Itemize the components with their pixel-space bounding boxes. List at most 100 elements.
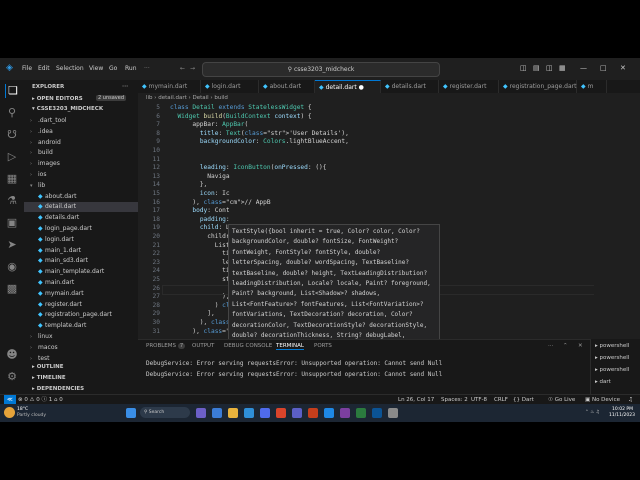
panel-more-icon[interactable]: ··· [548,343,553,349]
file-item[interactable]: ◆ about.dart [24,192,138,202]
menu-file[interactable]: File [22,65,32,72]
command-center-search[interactable]: ⚲ csse3203_midcheck [202,62,440,77]
source-control-icon[interactable]: ☋ [5,128,19,142]
terminal-item[interactable]: ▸ powershell [595,343,629,349]
maximize-icon[interactable]: □ [600,64,607,72]
code-line[interactable]: ), class="cm">// AppB [170,199,270,208]
code-line[interactable]: icon: Ic [170,190,230,199]
account-icon[interactable]: ☻ [5,348,19,362]
minimap[interactable] [594,103,640,339]
remote-indicator-icon[interactable]: ≪ [4,395,16,404]
file-item[interactable]: ◆ mymain.dart [24,289,138,299]
vscode-taskbar-icon[interactable] [324,408,334,418]
editor-tab[interactable]: ◆ login.dart [201,80,259,93]
taskbar-search[interactable]: ⚲ Search [140,407,190,418]
breadcrumb-item[interactable]: detail.dart [158,95,187,101]
project-header[interactable]: ▾ CSSE3203_MIDCHECK [32,106,103,112]
testing-icon[interactable]: ⚗ [5,194,19,208]
code-line[interactable]: ti [170,250,229,259]
file-item[interactable]: ◆ registration_page.dart [24,310,138,320]
teams-icon[interactable] [292,408,302,418]
layout-sidebar-icon[interactable]: ◫ [520,64,527,72]
editor-tab[interactable]: ◆ about.dart [259,80,315,93]
dependencies-section[interactable]: ▸ DEPENDENCIES [32,386,84,392]
code-line[interactable]: childr [170,233,229,242]
editor-tab[interactable]: ◆ detail.dart ● [315,80,381,93]
run-debug-icon[interactable]: ▷ [5,150,19,164]
system-tray-icons[interactable]: ⌃ ♨ ♫ [585,410,600,415]
folder-item[interactable]: › linux [24,332,138,342]
file-item[interactable]: ◆ login_page.dart [24,224,138,234]
code-line[interactable]: st [170,276,229,285]
code-line[interactable]: ti [170,267,229,276]
office-icon[interactable] [308,408,318,418]
file-item[interactable]: ◆ register.dart [24,300,138,310]
tab-terminal[interactable]: TERMINAL [276,343,304,350]
language-mode[interactable]: {} Dart [513,395,534,404]
indent-spaces[interactable]: Spaces: 2 [441,395,468,404]
file-item[interactable]: ◆ details.dart [24,213,138,223]
tab-debug-console[interactable]: DEBUG CONSOLE [224,343,272,349]
menu-go[interactable]: Go [109,65,117,72]
code-line[interactable]: title: Text(class="str">'User Details'), [170,130,349,139]
layout-panel-icon[interactable]: ▤ [533,64,540,72]
folder-item[interactable]: › android [24,138,138,148]
folder-item[interactable]: › test [24,354,138,364]
folder-item[interactable]: › .idea [24,127,138,137]
flutter-devices-icon[interactable]: ▩ [5,282,19,296]
outline-section[interactable]: ▸ OUTLINE [32,364,64,370]
more-menu-icon[interactable]: ··· [144,65,150,72]
device-selector[interactable]: ▣ No Device [585,395,620,404]
menu-selection[interactable]: Selection [56,65,84,72]
tab-ports[interactable]: PORTS [314,343,332,349]
timeline-section[interactable]: ▸ TIMELINE [32,375,66,381]
extensions-icon[interactable]: ▦ [5,172,19,186]
app-icon[interactable] [388,408,398,418]
breadcrumb-item[interactable]: build [214,95,228,101]
folder-item[interactable]: › macos [24,343,138,353]
editor-tab[interactable]: ◆ m [577,80,607,93]
app-icon[interactable] [372,408,382,418]
menu-edit[interactable]: Edit [38,65,50,72]
editor-tab[interactable]: ◆ register.dart [439,80,499,93]
edge-icon[interactable] [244,408,254,418]
search-icon[interactable]: ⚲ [5,106,19,120]
file-item[interactable]: ◆ main_template.dart [24,267,138,277]
editor-tab[interactable]: ◆ mymain.dart [138,80,201,93]
code-line[interactable]: class Detail extends StatelessWidget { [170,104,312,113]
code-line[interactable]: le [170,259,229,268]
panel-maximize-icon[interactable]: ⌃ [563,343,568,349]
code-line[interactable]: List [170,242,230,251]
file-item[interactable]: ◆ template.dart [24,321,138,331]
app-icon[interactable] [340,408,350,418]
terminal-item[interactable]: ▸ powershell [595,367,629,373]
code-line[interactable]: padding: [170,216,230,225]
settings-gear-icon[interactable]: ⚙ [5,370,19,384]
folder-item[interactable]: › build [24,148,138,158]
clock-date[interactable]: 11/11/2023 [609,413,635,418]
code-line[interactable]: }, [170,181,207,190]
notifications-bell-icon[interactable]: ♫ [628,395,633,404]
clock-time[interactable]: 10:02 PM [612,407,633,412]
customize-layout-icon[interactable]: ▦ [559,64,566,72]
task-view-icon[interactable] [196,408,206,418]
store-icon[interactable] [260,408,270,418]
remote-explorer-icon[interactable]: ▣ [5,216,19,230]
start-windows-icon[interactable] [126,408,136,418]
nav-forward-icon[interactable]: → [190,65,195,72]
live-share-icon[interactable]: ➤ [5,238,19,252]
explorer-more-icon[interactable]: ··· [122,84,128,90]
app-icon[interactable] [356,408,366,418]
close-icon[interactable]: ✕ [620,64,626,72]
breadcrumb-item[interactable]: Detail [192,95,208,101]
code-line[interactable]: leading: IconButton(onPressed: (){ [170,164,327,173]
open-editors-header[interactable]: ▸ OPEN EDITORS [32,96,83,102]
folder-item[interactable]: › ios [24,170,138,180]
code-line[interactable]: ], [170,310,214,319]
nav-back-icon[interactable]: ← [180,65,185,72]
menu-view[interactable]: View [89,65,103,72]
code-line[interactable]: Naviga [170,173,229,182]
file-item[interactable]: ◆ detail.dart [24,202,138,213]
panel-close-icon[interactable]: ✕ [578,343,583,349]
problems-status[interactable]: ⊗ 0 ⚠ 0 ⓘ 1 ⌂ 0 [18,395,63,404]
